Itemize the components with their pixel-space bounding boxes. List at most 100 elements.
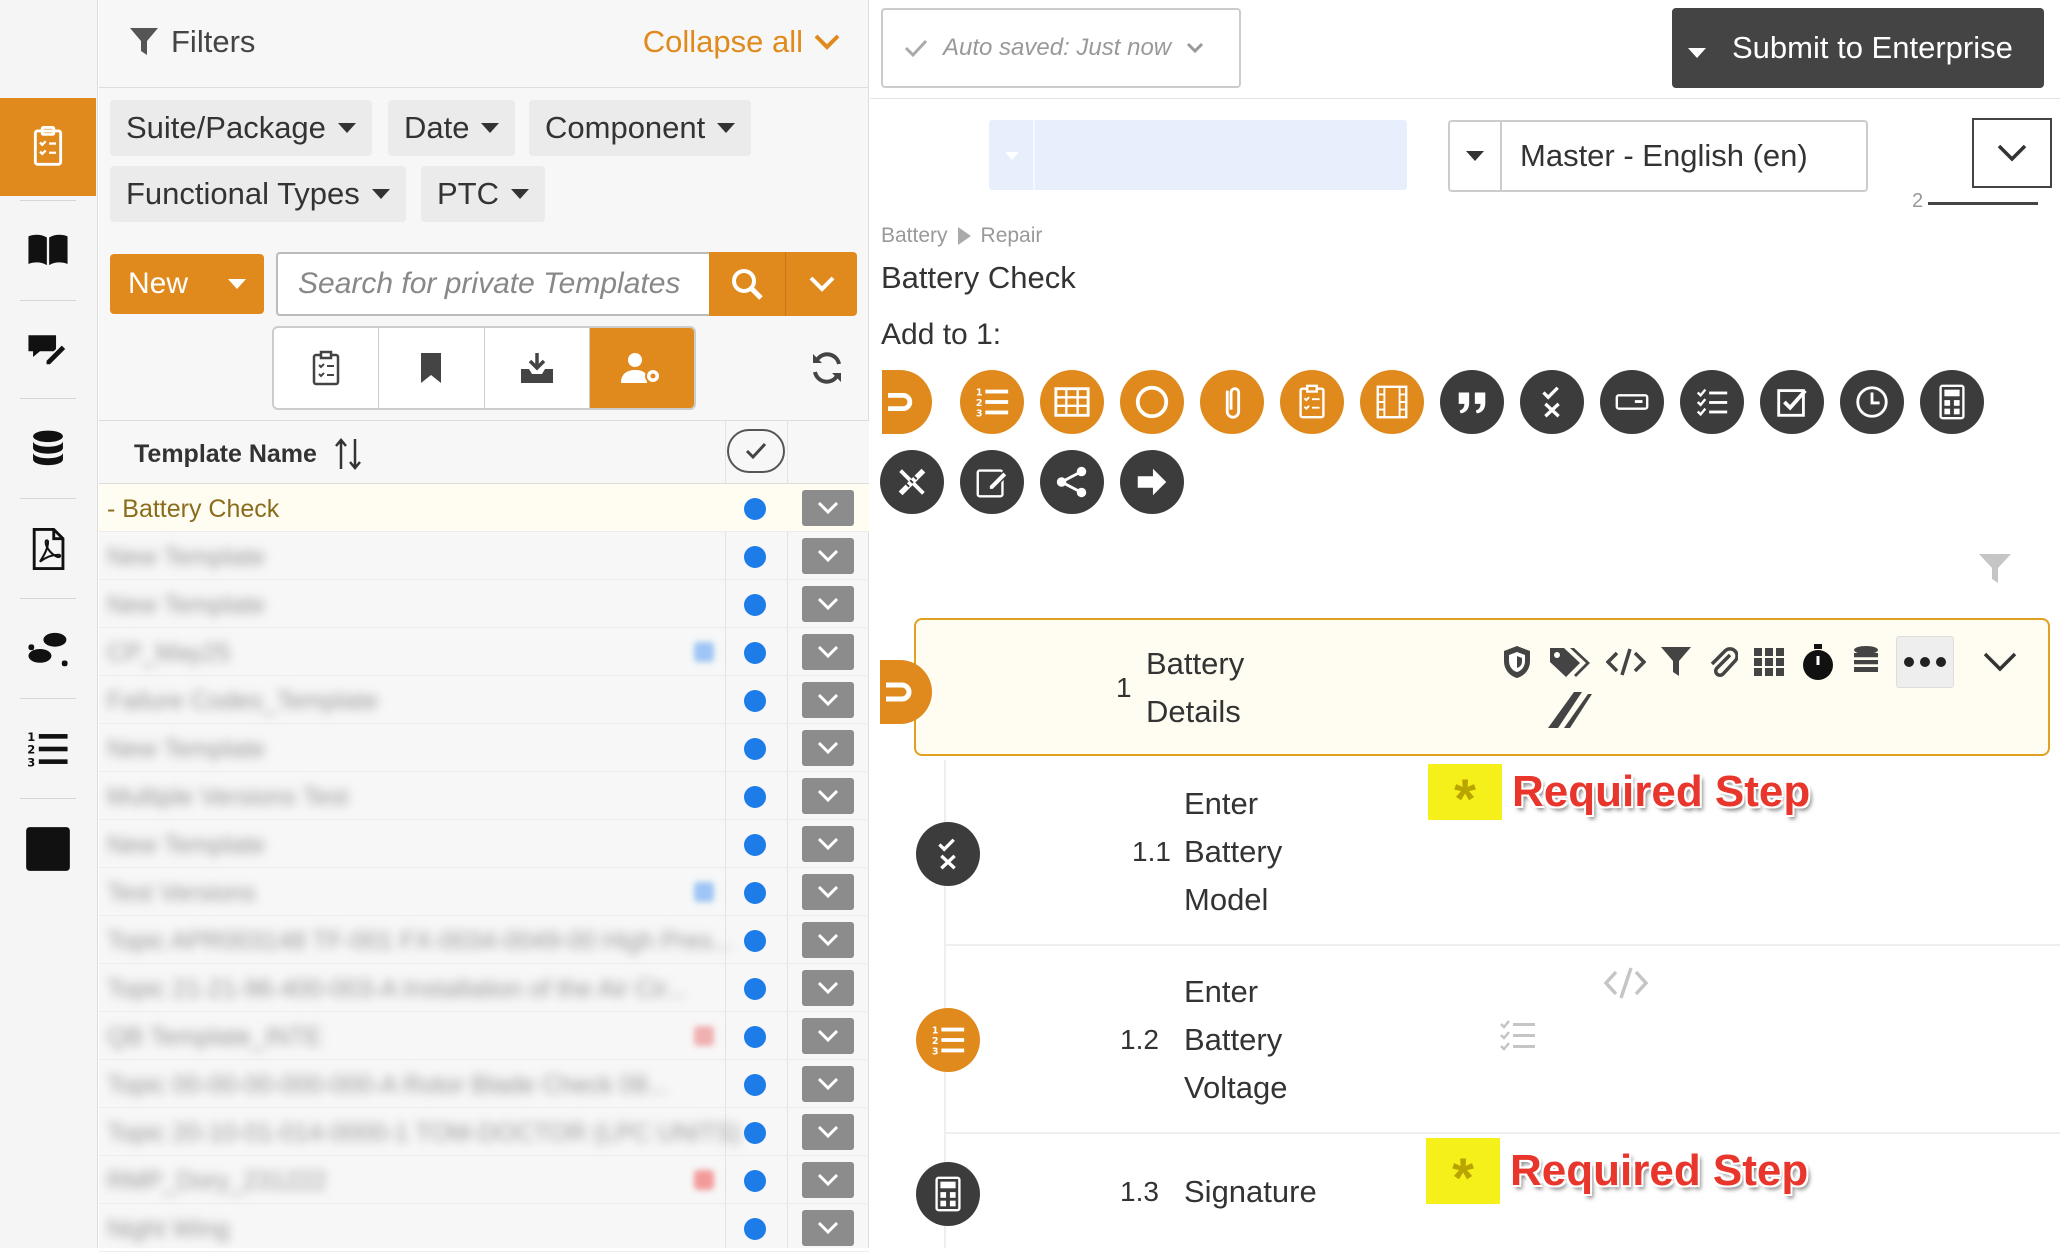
row-actions-dropdown[interactable] bbox=[802, 730, 854, 766]
more-actions-button[interactable] bbox=[1896, 636, 1954, 688]
row-actions-dropdown[interactable] bbox=[802, 1114, 854, 1150]
templates-nav-item[interactable] bbox=[0, 98, 96, 196]
filter-chip-ptc[interactable]: PTC bbox=[421, 166, 545, 222]
database-nav-item[interactable] bbox=[0, 400, 96, 498]
autosave-status[interactable]: Auto saved: Just now bbox=[881, 8, 1241, 88]
search-input[interactable]: Search for private Templates bbox=[276, 252, 710, 316]
table-row[interactable]: RMP_Dory_231222 bbox=[99, 1156, 869, 1204]
coins-stack-icon[interactable] bbox=[1850, 645, 1882, 679]
library-nav-item[interactable] bbox=[0, 200, 96, 298]
shield-icon[interactable] bbox=[1500, 644, 1534, 680]
row-actions-dropdown[interactable] bbox=[802, 1162, 854, 1198]
tab-templates[interactable] bbox=[274, 328, 380, 408]
filter-chip-date[interactable]: Date bbox=[388, 100, 516, 156]
table-row[interactable]: Multiple Versions Test bbox=[99, 772, 869, 820]
search-options-dropdown[interactable] bbox=[785, 252, 857, 316]
step-title[interactable]: Enter Battery Model bbox=[1184, 780, 1282, 924]
row-actions-dropdown[interactable] bbox=[802, 1066, 854, 1102]
input-field-tool[interactable] bbox=[1600, 370, 1664, 434]
row-actions-dropdown[interactable] bbox=[802, 922, 854, 958]
row-actions-dropdown[interactable] bbox=[802, 1210, 854, 1246]
filters-title[interactable]: Filters bbox=[129, 24, 255, 60]
steps-nav-item[interactable] bbox=[0, 600, 96, 698]
submit-to-enterprise-button[interactable]: Submit to Enterprise bbox=[1672, 8, 2044, 88]
select-all-check[interactable] bbox=[727, 429, 785, 473]
breadcrumb-item[interactable]: Battery bbox=[881, 224, 948, 248]
table-row[interactable]: CP_May25 bbox=[99, 628, 869, 676]
code-icon[interactable] bbox=[1606, 647, 1646, 677]
list-nav-item[interactable]: 123 bbox=[0, 700, 96, 798]
table-tool[interactable] bbox=[1040, 370, 1104, 434]
tab-bookmarks[interactable] bbox=[379, 328, 485, 408]
table-row[interactable]: Failure Codes_Template bbox=[99, 676, 869, 724]
edit-note-tool[interactable] bbox=[960, 450, 1024, 514]
checklist-icon[interactable] bbox=[1498, 1018, 1538, 1052]
step-filter-button[interactable] bbox=[1978, 552, 2012, 591]
table-row[interactable]: QB Template_INTE bbox=[99, 1012, 869, 1060]
clock-tool[interactable] bbox=[1840, 370, 1904, 434]
step-title[interactable]: Battery Details bbox=[1146, 640, 1244, 736]
column-template-name[interactable]: Template Name bbox=[134, 437, 363, 471]
chevron-down-icon[interactable] bbox=[1982, 650, 2018, 674]
table-row[interactable]: Topic 20-10-01-014-0000-1 TOM-DOCTOR (LP… bbox=[99, 1108, 869, 1156]
language-select[interactable]: Master - English (en) bbox=[1448, 120, 1868, 192]
table-row[interactable]: - Battery Check bbox=[99, 484, 869, 532]
table-row[interactable]: Topic 00-00-00-000-000-A Rotor Blade Che… bbox=[99, 1060, 869, 1108]
row-actions-dropdown[interactable] bbox=[802, 778, 854, 814]
film-tool[interactable] bbox=[1360, 370, 1424, 434]
filter-icon[interactable] bbox=[1660, 645, 1692, 679]
checkbox-tool[interactable] bbox=[1760, 370, 1824, 434]
table-row[interactable]: Night Wing bbox=[99, 1204, 869, 1252]
paperclip-icon[interactable] bbox=[1706, 645, 1738, 679]
ruler-pencil-tool[interactable] bbox=[880, 450, 944, 514]
search-button[interactable] bbox=[709, 252, 785, 316]
numbered-list-tool[interactable]: 123 bbox=[960, 370, 1024, 434]
table-row[interactable]: New Template bbox=[99, 820, 869, 868]
new-template-button[interactable]: New bbox=[110, 254, 264, 314]
row-actions-dropdown[interactable] bbox=[802, 682, 854, 718]
stop-nav-item[interactable] bbox=[0, 800, 96, 898]
code-icon[interactable] bbox=[1602, 966, 1650, 1000]
signoff-tool[interactable] bbox=[882, 370, 932, 434]
filter-chip-suite-package[interactable]: Suite/Package bbox=[110, 100, 372, 156]
branch-tool[interactable] bbox=[1040, 450, 1104, 514]
checklist-tool[interactable] bbox=[1680, 370, 1744, 434]
slash-signature-icon[interactable] bbox=[1546, 690, 1594, 730]
grid-icon[interactable] bbox=[1752, 645, 1786, 679]
next-arrow-tool[interactable] bbox=[1120, 450, 1184, 514]
collapse-all-button[interactable]: Collapse all bbox=[643, 24, 841, 60]
pdf-nav-item[interactable] bbox=[0, 500, 96, 598]
row-actions-dropdown[interactable] bbox=[802, 586, 854, 622]
table-row[interactable]: New Template bbox=[99, 532, 869, 580]
tab-downloads[interactable] bbox=[485, 328, 590, 408]
table-row[interactable]: New Template bbox=[99, 724, 869, 772]
refresh-button[interactable] bbox=[809, 350, 845, 391]
breadcrumb-item[interactable]: Repair bbox=[981, 224, 1043, 248]
table-row[interactable]: New Template bbox=[99, 580, 869, 628]
filter-chip-component[interactable]: Component bbox=[529, 100, 752, 156]
comments-nav-item[interactable] bbox=[0, 300, 96, 398]
table-row[interactable]: Topic APR003148 TF-001 FX-0034-0049-00 H… bbox=[99, 916, 869, 964]
step-title[interactable]: Enter Battery Voltage bbox=[1184, 968, 1287, 1112]
step-title[interactable]: Signature bbox=[1184, 1168, 1317, 1216]
calculator-tool[interactable] bbox=[1920, 370, 1984, 434]
quote-tool[interactable] bbox=[1440, 370, 1504, 434]
language-dropdown-toggle[interactable] bbox=[1450, 122, 1502, 190]
row-actions-dropdown[interactable] bbox=[802, 1018, 854, 1054]
row-actions-dropdown[interactable] bbox=[802, 634, 854, 670]
selector-dropdown[interactable] bbox=[989, 120, 1407, 190]
circle-tool[interactable] bbox=[1120, 370, 1184, 434]
attachment-tool[interactable] bbox=[1200, 370, 1264, 434]
tags-icon[interactable] bbox=[1548, 645, 1592, 679]
table-row[interactable]: Test Versions bbox=[99, 868, 869, 916]
row-actions-dropdown[interactable] bbox=[802, 538, 854, 574]
row-actions-dropdown[interactable] bbox=[802, 826, 854, 862]
checklist-doc-tool[interactable] bbox=[1280, 370, 1344, 434]
stopwatch-icon[interactable] bbox=[1800, 642, 1836, 682]
table-row[interactable]: Topic 21-21-96-400-003-A Installation of… bbox=[99, 964, 869, 1012]
row-actions-dropdown[interactable] bbox=[802, 490, 854, 526]
row-actions-dropdown[interactable] bbox=[802, 970, 854, 1006]
filter-chip-functional-types[interactable]: Functional Types bbox=[110, 166, 406, 222]
row-actions-dropdown[interactable] bbox=[802, 874, 854, 910]
tab-user-settings[interactable] bbox=[589, 328, 694, 408]
